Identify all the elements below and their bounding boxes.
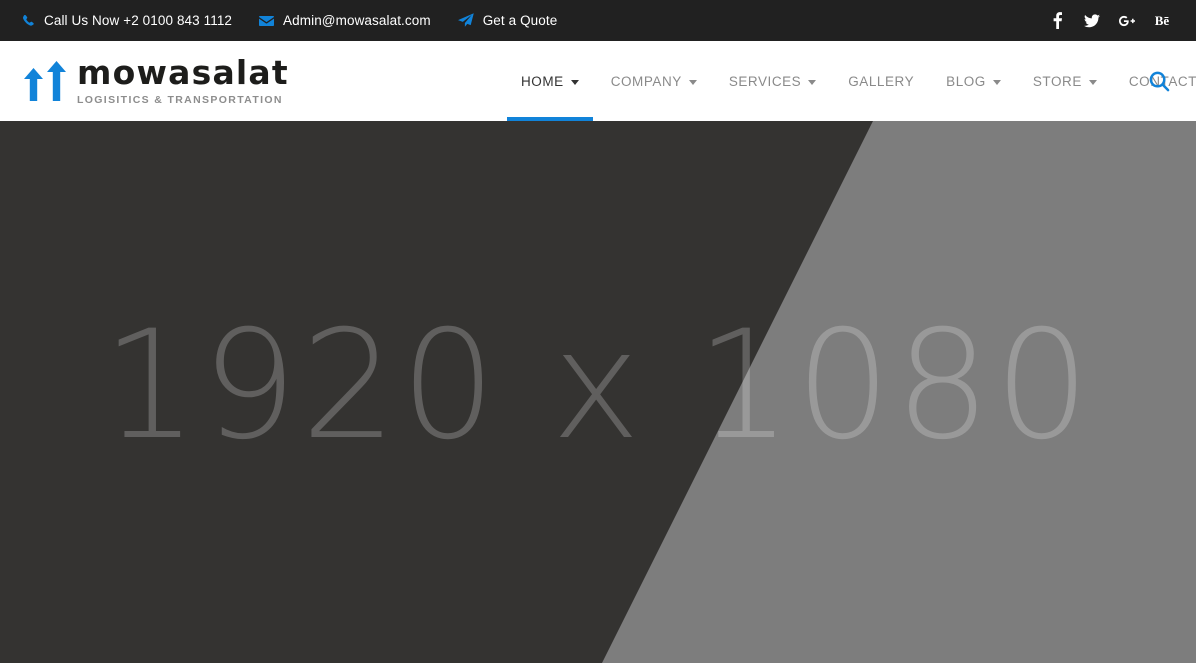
hero-banner: 1920 x 1080 — [0, 121, 1196, 663]
chevron-down-icon — [1088, 79, 1097, 85]
twitter-icon[interactable] — [1084, 12, 1100, 30]
nav-item-store[interactable]: STORE — [1017, 41, 1113, 121]
nav-item-home[interactable]: HOME — [505, 41, 595, 121]
top-contact-items: Call Us Now +2 0100 843 1112 Admin@mowas… — [22, 13, 557, 28]
hero-placeholder-text: 1920 x 1080 — [102, 299, 1094, 473]
search-icon[interactable] — [1142, 41, 1176, 121]
logo-arrows-icon — [24, 61, 66, 101]
envelope-icon — [259, 15, 275, 27]
nav-label-company: COMPANY — [610, 73, 682, 89]
get-a-quote-link[interactable]: Get a Quote — [457, 13, 558, 28]
nav-item-services[interactable]: SERVICES — [713, 41, 832, 121]
hero-placeholder: 1920 x 1080 — [0, 121, 1196, 663]
phone-icon — [22, 14, 35, 27]
behance-label: Bē — [1154, 12, 1170, 28]
get-a-quote-label: Get a Quote — [482, 13, 558, 28]
top-contact-bar: Call Us Now +2 0100 843 1112 Admin@mowas… — [0, 0, 1196, 41]
nav-label-services: SERVICES — [728, 73, 802, 89]
nav-item-company[interactable]: COMPANY — [595, 41, 713, 121]
logo-tagline: LOGISITICS & TRANSPORTATION — [77, 93, 283, 106]
chevron-down-icon — [570, 79, 579, 85]
call-us-label: Call Us Now +2 0100 843 1112 — [44, 13, 233, 28]
chevron-down-icon — [808, 79, 817, 85]
logo[interactable]: mowasalat LOGISITICS & TRANSPORTATION — [0, 56, 289, 106]
nav-item-gallery[interactable]: GALLERY — [832, 41, 930, 121]
call-us-link[interactable]: Call Us Now +2 0100 843 1112 — [22, 13, 232, 28]
nav-label-home: HOME — [521, 73, 564, 89]
facebook-icon[interactable] — [1049, 12, 1065, 30]
nav-label-store: STORE — [1032, 73, 1082, 89]
google-plus-icon[interactable] — [1119, 12, 1135, 30]
nav-label-gallery: GALLERY — [848, 73, 915, 89]
chevron-down-icon — [688, 79, 697, 85]
main-navigation: HOME COMPANY SERVICES GALLERY BLOG STORE… — [505, 41, 1196, 121]
nav-item-blog[interactable]: BLOG — [930, 41, 1017, 121]
email-link[interactable]: Admin@mowasalat.com — [259, 13, 431, 28]
paper-plane-icon — [457, 13, 474, 28]
chevron-down-icon — [992, 79, 1001, 85]
logo-word: mowasalat — [77, 53, 289, 93]
social-links: Bē — [1049, 0, 1170, 41]
site-header: mowasalat LOGISITICS & TRANSPORTATION HO… — [0, 41, 1196, 121]
behance-icon[interactable]: Bē — [1154, 12, 1170, 30]
email-label: Admin@mowasalat.com — [283, 13, 431, 28]
logo-text: mowasalat LOGISITICS & TRANSPORTATION — [77, 56, 289, 106]
nav-label-blog: BLOG — [946, 73, 986, 89]
